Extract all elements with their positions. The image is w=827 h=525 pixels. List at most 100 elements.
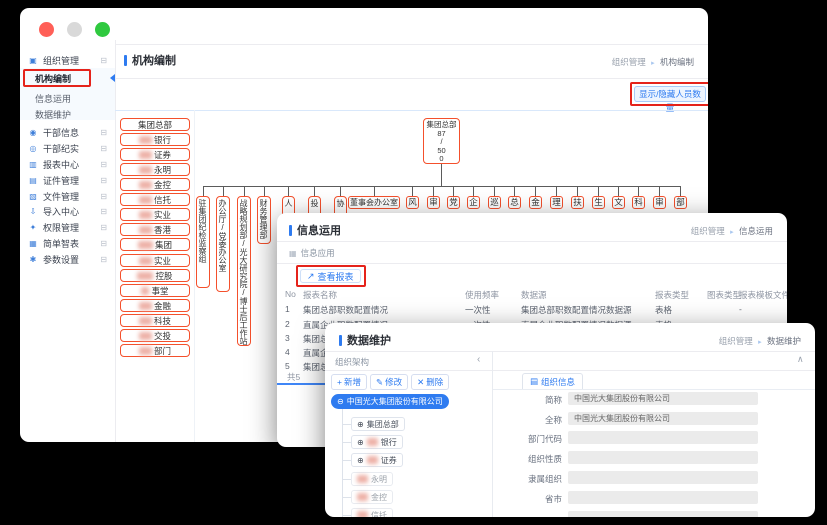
org-node[interactable]: 审	[427, 196, 440, 209]
breadcrumb[interactable]: 组织管理 ▸ 信息运用	[691, 225, 773, 237]
collapse-toggle-icon[interactable]: ⊟	[100, 160, 107, 169]
org-list-item[interactable]: 香港	[120, 223, 190, 236]
tree-node[interactable]: ⊕ 证券	[351, 453, 403, 467]
org-root-line: 0	[424, 155, 459, 164]
sidebar-item-report-center[interactable]: ▥ 报表中心 ⊟	[20, 156, 115, 172]
sidebar-item-info-usage[interactable]: 信息运用	[20, 90, 115, 106]
tree-toolbar: +新增 ✎修改 ✕删除	[331, 374, 449, 390]
org-node[interactable]: 金	[529, 196, 542, 209]
maximize-window-button[interactable]	[95, 22, 110, 37]
breadcrumb-arrow-icon: ▸	[730, 229, 734, 236]
org-list-item[interactable]: 实业	[120, 254, 190, 267]
sidebar-item-permission-mgmt[interactable]: ✦ 权限管理 ⊟	[20, 219, 115, 235]
breadcrumb[interactable]: 组织管理 ▸ 机构编制	[612, 56, 694, 68]
tree-root-node[interactable]: ⊖ 中国光大集团股份有限公司	[331, 394, 449, 409]
sidebar-item-import-center[interactable]: ⇩ 导入中心 ⊟	[20, 203, 115, 219]
org-list-item[interactable]: 事堂	[120, 284, 190, 297]
tab-org-info[interactable]: ▤ 组织信息	[522, 373, 583, 389]
expand-node-icon[interactable]: ⊕	[357, 456, 364, 465]
breadcrumb-parent[interactable]: 组织管理	[719, 336, 753, 346]
org-node[interactable]: 财务管理部	[257, 196, 271, 244]
connector-line	[659, 186, 660, 196]
collapse-toggle-icon[interactable]: ⊟	[100, 207, 107, 216]
collapse-toggle-icon[interactable]: ⊟	[100, 176, 107, 185]
org-root-node[interactable]: 集团总部 87 / 50 0	[423, 118, 460, 164]
org-node[interactable]: 总	[508, 196, 521, 209]
org-node[interactable]: 驻集团纪检监察组13/50	[196, 196, 210, 288]
collapse-toggle-icon[interactable]: ⊟	[100, 192, 107, 201]
collapse-node-icon[interactable]: ⊖	[337, 397, 344, 406]
add-button[interactable]: +新增	[331, 374, 367, 390]
collapse-toggle-icon[interactable]: ⊟	[100, 128, 107, 137]
sidebar-item-file-mgmt[interactable]: ▧ 文件管理 ⊟	[20, 188, 115, 204]
sidebar-item-org-structure[interactable]: 机构编制	[20, 70, 115, 86]
tree-node[interactable]: ⊕ 银行	[351, 435, 403, 449]
org-list-item[interactable]: 银行	[120, 133, 190, 146]
sidebar-item-certificate-mgmt[interactable]: ▤ 证件管理 ⊟	[20, 172, 115, 188]
collapse-toggle-icon[interactable]: ⊟	[100, 144, 107, 153]
org-list-item[interactable]: 金控	[120, 178, 190, 191]
org-list-item[interactable]: 证券	[120, 148, 190, 161]
collapse-toggle-icon[interactable]: ⊟	[100, 56, 107, 65]
breadcrumb-parent[interactable]: 组织管理	[691, 226, 725, 236]
org-list-item[interactable]: 集团总部	[120, 118, 190, 131]
province-city-input[interactable]	[568, 491, 758, 504]
tree-node[interactable]: ⊕ 集团总部	[351, 417, 405, 431]
breadcrumb[interactable]: 组织管理 ▸ 数据维护	[719, 335, 801, 347]
collapse-panel-icon[interactable]: ‹	[477, 354, 480, 365]
sidebar-item-smart-table[interactable]: ▦ 简单智表 ⊟	[20, 235, 115, 251]
tree-node[interactable]: 信托	[351, 508, 393, 517]
org-list-item[interactable]: 交投	[120, 329, 190, 342]
org-node[interactable]: 党	[447, 196, 460, 209]
breadcrumb-parent[interactable]: 组织管理	[612, 57, 646, 67]
org-list-item[interactable]: 部门	[120, 344, 190, 357]
tree-node[interactable]: 永明	[351, 472, 393, 486]
org-list-item[interactable]: 科技	[120, 314, 190, 327]
org-list-item[interactable]: 信托	[120, 193, 190, 206]
clipped-input[interactable]	[568, 511, 758, 517]
org-list-item[interactable]: 金融	[120, 299, 190, 312]
table-row[interactable]: 1 集团总部职数配置情况 一次性 集团总部职数配置情况数据源 表格 -	[277, 304, 787, 317]
expand-node-icon[interactable]: ⊕	[357, 438, 364, 447]
org-list-item[interactable]: 集团	[120, 238, 190, 251]
org-node[interactable]: 理	[550, 196, 563, 209]
org-list-item[interactable]: 永明	[120, 163, 190, 176]
sidebar-item-cadre-info[interactable]: ◉ 干部信息 ⊟	[20, 124, 115, 140]
org-node[interactable]: 董事会办公室	[348, 196, 400, 209]
short-name-input[interactable]: 中国光大集团股份有限公司	[568, 392, 758, 405]
parent-org-input[interactable]	[568, 471, 758, 484]
org-list-item[interactable]: 控股	[120, 269, 190, 282]
org-nature-input[interactable]	[568, 451, 758, 464]
org-node[interactable]: 巡	[488, 196, 501, 209]
full-name-input[interactable]: 中国光大集团股份有限公司	[568, 412, 758, 425]
org-node[interactable]: 审	[653, 196, 666, 209]
org-node[interactable]: 企	[467, 196, 480, 209]
view-report-button[interactable]: ↗ 查看报表	[300, 269, 361, 283]
pencil-icon: ✎	[376, 377, 383, 388]
org-node[interactable]: 文	[612, 196, 625, 209]
edit-button[interactable]: ✎修改	[370, 374, 408, 390]
org-node[interactable]: 风	[406, 196, 419, 209]
collapse-toggle-icon[interactable]: ⊟	[100, 239, 107, 248]
org-node[interactable]: 生	[592, 196, 605, 209]
expand-node-icon[interactable]: ⊕	[357, 420, 364, 429]
org-node[interactable]: 部	[674, 196, 687, 209]
sidebar-item-cadre-record[interactable]: ◎ 干部纪实 ⊟	[20, 140, 115, 156]
org-list-item[interactable]: 实业	[120, 208, 190, 221]
minimize-window-button[interactable]	[67, 22, 82, 37]
toggle-headcount-button[interactable]: 显示/隐藏人员数量	[634, 86, 706, 102]
tree-node[interactable]: 金控	[351, 490, 393, 504]
dept-code-input[interactable]	[568, 431, 758, 444]
org-node[interactable]: 科	[632, 196, 645, 209]
delete-button[interactable]: ✕删除	[411, 374, 449, 390]
collapse-toggle-icon[interactable]: ⊟	[100, 223, 107, 232]
sidebar-item-parameter-settings[interactable]: ✱ 参数设置 ⊟	[20, 251, 115, 267]
collapse-up-icon[interactable]: ∧	[797, 354, 804, 365]
org-node[interactable]: 战略规划部/光大研究院/博士后工作站	[237, 196, 251, 346]
org-node[interactable]: 扶	[571, 196, 584, 209]
close-window-button[interactable]	[39, 22, 54, 37]
collapse-toggle-icon[interactable]: ⊟	[100, 255, 107, 264]
sidebar-item-data-maintenance[interactable]: 数据维护	[20, 106, 115, 122]
org-node[interactable]: 办公厅/党委办公室19/80	[216, 196, 230, 292]
sidebar-item-org-mgmt[interactable]: ▣ 组织管理 ⊟	[20, 52, 115, 68]
